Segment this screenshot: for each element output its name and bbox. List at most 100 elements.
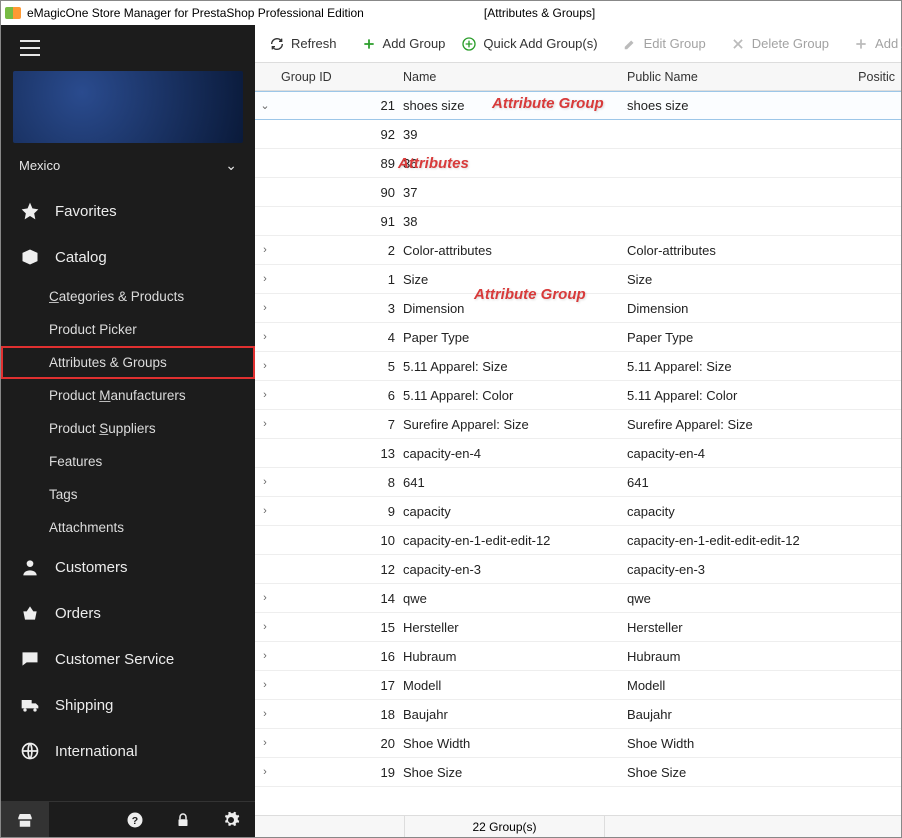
cell-id: 21 <box>275 98 403 113</box>
attribute-row[interactable]: 9239 <box>255 120 901 149</box>
chevron-right-icon[interactable]: › <box>255 650 275 662</box>
cell-id: 7 <box>275 417 403 432</box>
store-selector[interactable]: Mexico ⌄ <box>1 151 255 188</box>
sidebar: Mexico ⌄ Favorites Catalog Categories & … <box>1 25 255 837</box>
refresh-button[interactable]: Refresh <box>261 30 345 58</box>
chevron-right-icon[interactable]: › <box>255 766 275 778</box>
table-row[interactable]: ›65.11 Apparel: Color5.11 Apparel: Color <box>255 381 901 410</box>
chevron-right-icon[interactable]: › <box>255 476 275 488</box>
bottom-lock-button[interactable] <box>159 802 207 837</box>
edit-group-button[interactable]: Edit Group <box>614 30 714 58</box>
table-row[interactable]: 10capacity-en-1-edit-edit-12capacity-en-… <box>255 526 901 555</box>
chevron-right-icon[interactable]: › <box>255 679 275 691</box>
table-row[interactable]: ›19Shoe SizeShoe Size <box>255 758 901 787</box>
table-row[interactable]: 13capacity-en-4capacity-en-4 <box>255 439 901 468</box>
table-row[interactable]: 12capacity-en-3capacity-en-3 <box>255 555 901 584</box>
table-row[interactable]: ›1SizeSize <box>255 265 901 294</box>
table-row[interactable]: ›15HerstellerHersteller <box>255 613 901 642</box>
delete-group-button[interactable]: Delete Group <box>722 30 837 58</box>
cell-public-name: 5.11 Apparel: Color <box>627 388 901 403</box>
table-row[interactable]: ›8641641 <box>255 468 901 497</box>
nav-customer-service[interactable]: Customer Service <box>1 636 255 682</box>
chevron-right-icon[interactable]: › <box>255 302 275 314</box>
toolbar: Refresh Add Group Quick Add Group(s) Edi… <box>255 25 901 63</box>
attribute-row[interactable]: 9037 <box>255 178 901 207</box>
nav-customers[interactable]: Customers <box>1 544 255 590</box>
cell-id: 16 <box>275 649 403 664</box>
chevron-right-icon[interactable]: › <box>255 273 275 285</box>
bottom-help-button[interactable]: ? <box>111 802 159 837</box>
col-name[interactable]: Name <box>403 70 627 84</box>
cell-name: capacity-en-4 <box>403 446 627 461</box>
table-row[interactable]: ›20Shoe WidthShoe Width <box>255 729 901 758</box>
table-row[interactable]: ›14qweqwe <box>255 584 901 613</box>
cell-name: capacity-en-3 <box>403 562 627 577</box>
cell-name: capacity <box>403 504 627 519</box>
table-row[interactable]: ›2Color-attributesColor-attributes <box>255 236 901 265</box>
add-group-button[interactable]: Add Group <box>353 30 454 58</box>
chevron-right-icon[interactable]: › <box>255 360 275 372</box>
app-section: [Attributes & Groups] <box>484 6 595 20</box>
nav-catalog[interactable]: Catalog <box>1 234 255 280</box>
sidebar-sub-item[interactable]: Tags <box>1 478 255 511</box>
nav-favorites-label: Favorites <box>55 203 117 220</box>
star-icon <box>19 200 41 222</box>
chevron-right-icon[interactable]: › <box>255 418 275 430</box>
nav-international[interactable]: International <box>1 728 255 774</box>
cell-id: 10 <box>275 533 403 548</box>
col-group-id[interactable]: Group ID <box>275 70 403 84</box>
chevron-right-icon[interactable]: › <box>255 505 275 517</box>
table-row[interactable]: ›18BaujahrBaujahr <box>255 700 901 729</box>
sidebar-sub-item[interactable]: Product Suppliers <box>1 412 255 445</box>
attr-name: 38 <box>403 214 901 229</box>
cell-public-name: Paper Type <box>627 330 901 345</box>
chevron-right-icon[interactable]: › <box>255 592 275 604</box>
table-row[interactable]: ›17ModellModell <box>255 671 901 700</box>
cell-public-name: capacity <box>627 504 901 519</box>
bottom-store-button[interactable] <box>1 802 49 837</box>
chevron-right-icon[interactable]: › <box>255 621 275 633</box>
table-row[interactable]: ›3DimensionDimension <box>255 294 901 323</box>
chevron-right-icon[interactable]: › <box>255 708 275 720</box>
hamburger-button[interactable] <box>1 25 255 71</box>
sidebar-sub-item[interactable]: Features <box>1 445 255 478</box>
cell-name: 5.11 Apparel: Size <box>403 359 627 374</box>
attribute-row[interactable]: 8936 <box>255 149 901 178</box>
table-row[interactable]: ›16HubraumHubraum <box>255 642 901 671</box>
cell-name: Hubraum <box>403 649 627 664</box>
quick-add-group-button[interactable]: Quick Add Group(s) <box>453 30 605 58</box>
cell-name: qwe <box>403 591 627 606</box>
nav-favorites[interactable]: Favorites <box>1 188 255 234</box>
chevron-right-icon[interactable]: › <box>255 244 275 256</box>
sidebar-sub-item[interactable]: Product Picker <box>1 313 255 346</box>
sidebar-sub-item[interactable]: Attachments <box>1 511 255 544</box>
table-row[interactable]: ›7Surefire Apparel: SizeSurefire Apparel… <box>255 410 901 439</box>
delete-group-label: Delete Group <box>752 36 829 51</box>
sidebar-sub-item[interactable]: Product Manufacturers <box>1 379 255 412</box>
chevron-right-icon[interactable]: › <box>255 737 275 749</box>
sidebar-sub-item[interactable]: Attributes & Groups <box>1 346 255 379</box>
bottom-settings-button[interactable] <box>207 802 255 837</box>
table-row[interactable]: ›4Paper TypePaper Type <box>255 323 901 352</box>
cell-public-name: 5.11 Apparel: Size <box>627 359 901 374</box>
grid[interactable]: ⌄21shoes sizeshoes size9239893690379138›… <box>255 91 901 815</box>
chevron-right-icon[interactable]: › <box>255 331 275 343</box>
col-public-name[interactable]: Public Name <box>627 70 851 84</box>
chat-icon <box>19 648 41 670</box>
table-row[interactable]: ⌄21shoes sizeshoes size <box>255 91 901 120</box>
attribute-row[interactable]: 9138 <box>255 207 901 236</box>
table-row[interactable]: ›9capacitycapacity <box>255 497 901 526</box>
sidebar-sub-item[interactable]: Categories & Products <box>1 280 255 313</box>
chevron-right-icon[interactable]: › <box>255 389 275 401</box>
attr-id: 90 <box>307 185 403 200</box>
cell-name: Modell <box>403 678 627 693</box>
col-position[interactable]: Positic <box>851 70 901 84</box>
add-attribute-button[interactable]: Add Attribute <box>845 30 902 58</box>
attr-name: 37 <box>403 185 901 200</box>
chevron-down-icon[interactable]: ⌄ <box>255 99 275 112</box>
table-row[interactable]: ›55.11 Apparel: Size5.11 Apparel: Size <box>255 352 901 381</box>
nav-orders[interactable]: Orders <box>1 590 255 636</box>
main: Refresh Add Group Quick Add Group(s) Edi… <box>255 25 901 837</box>
app-logo-icon <box>5 5 21 21</box>
nav-shipping[interactable]: Shipping <box>1 682 255 728</box>
